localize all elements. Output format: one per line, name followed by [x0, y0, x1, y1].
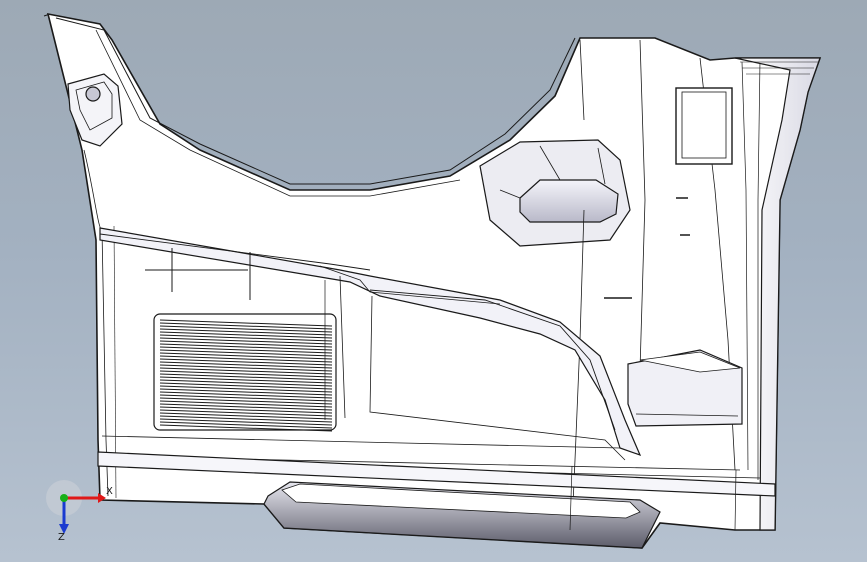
y-axis-dot [60, 494, 68, 502]
upper-right-cutout [675, 87, 733, 165]
speaker-grille [153, 313, 337, 432]
x-axis-label: X [106, 486, 113, 497]
axis-triad: X Z [40, 476, 120, 556]
door-trim-panel-model[interactable] [0, 0, 867, 562]
cad-viewport[interactable]: X Z [0, 0, 867, 562]
z-axis-label: Z [58, 532, 65, 543]
mounting-hole [85, 86, 101, 102]
